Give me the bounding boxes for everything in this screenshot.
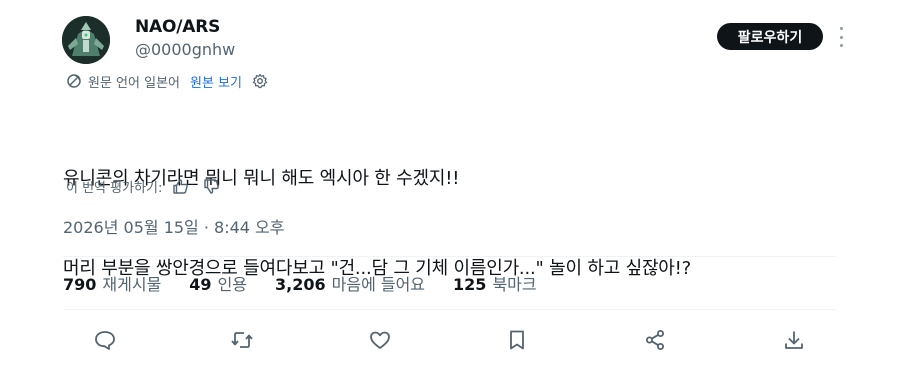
share-icon[interactable] [641,326,669,354]
download-icon[interactable] [780,326,808,354]
divider [63,309,836,310]
likes-label: 마음에 들어요 [331,275,426,294]
reposts-count: 790 [63,275,97,294]
quotes-count: 49 [189,275,212,294]
quotes-label: 인용 [217,275,248,294]
engagement-stats: 790 재게시물 49 인용 3,206 마음에 들어요 125 북마크 [63,273,567,297]
repost-icon[interactable] [228,326,256,354]
show-original-link[interactable]: 원본 보기 [190,72,242,91]
translation-row: 원문 언어 일본어 원본 보기 [66,71,268,91]
reply-icon[interactable] [91,326,119,354]
divider [63,256,836,257]
bookmarks-label: 북마크 [492,275,537,294]
likes-stat[interactable]: 3,206 마음에 들어요 [275,273,425,297]
likes-count: 3,206 [275,275,326,294]
author-handle[interactable]: @0000gnhw [135,40,235,60]
bookmarks-count: 125 [453,275,487,294]
thumbs-up-icon[interactable] [172,178,189,195]
rate-translation-row: 이 번역 평가하기: [66,175,220,197]
translate-icon [67,74,81,88]
rate-translation-label: 이 번역 평가하기: [66,180,163,196]
robot-mecha-avatar-icon [62,16,110,64]
thumbs-down-icon[interactable] [203,178,220,195]
like-icon[interactable] [366,326,394,354]
bookmark-icon[interactable] [503,326,531,354]
translation-note: 원문 언어 일본어 [88,75,180,91]
reposts-stat[interactable]: 790 재게시물 [63,273,161,297]
gear-icon[interactable] [252,73,268,89]
more-options-icon[interactable] [834,27,848,47]
bookmarks-stat[interactable]: 125 북마크 [453,273,537,297]
quotes-stat[interactable]: 49 인용 [189,273,247,297]
post-timestamp[interactable]: 2026년 05월 15일 · 8:44 오후 [63,217,284,239]
avatar[interactable] [62,16,110,64]
reposts-label: 재게시물 [102,275,162,294]
author-display-name[interactable]: NAO/ARS [135,16,220,38]
follow-button[interactable]: 팔로우하기 [717,23,823,50]
